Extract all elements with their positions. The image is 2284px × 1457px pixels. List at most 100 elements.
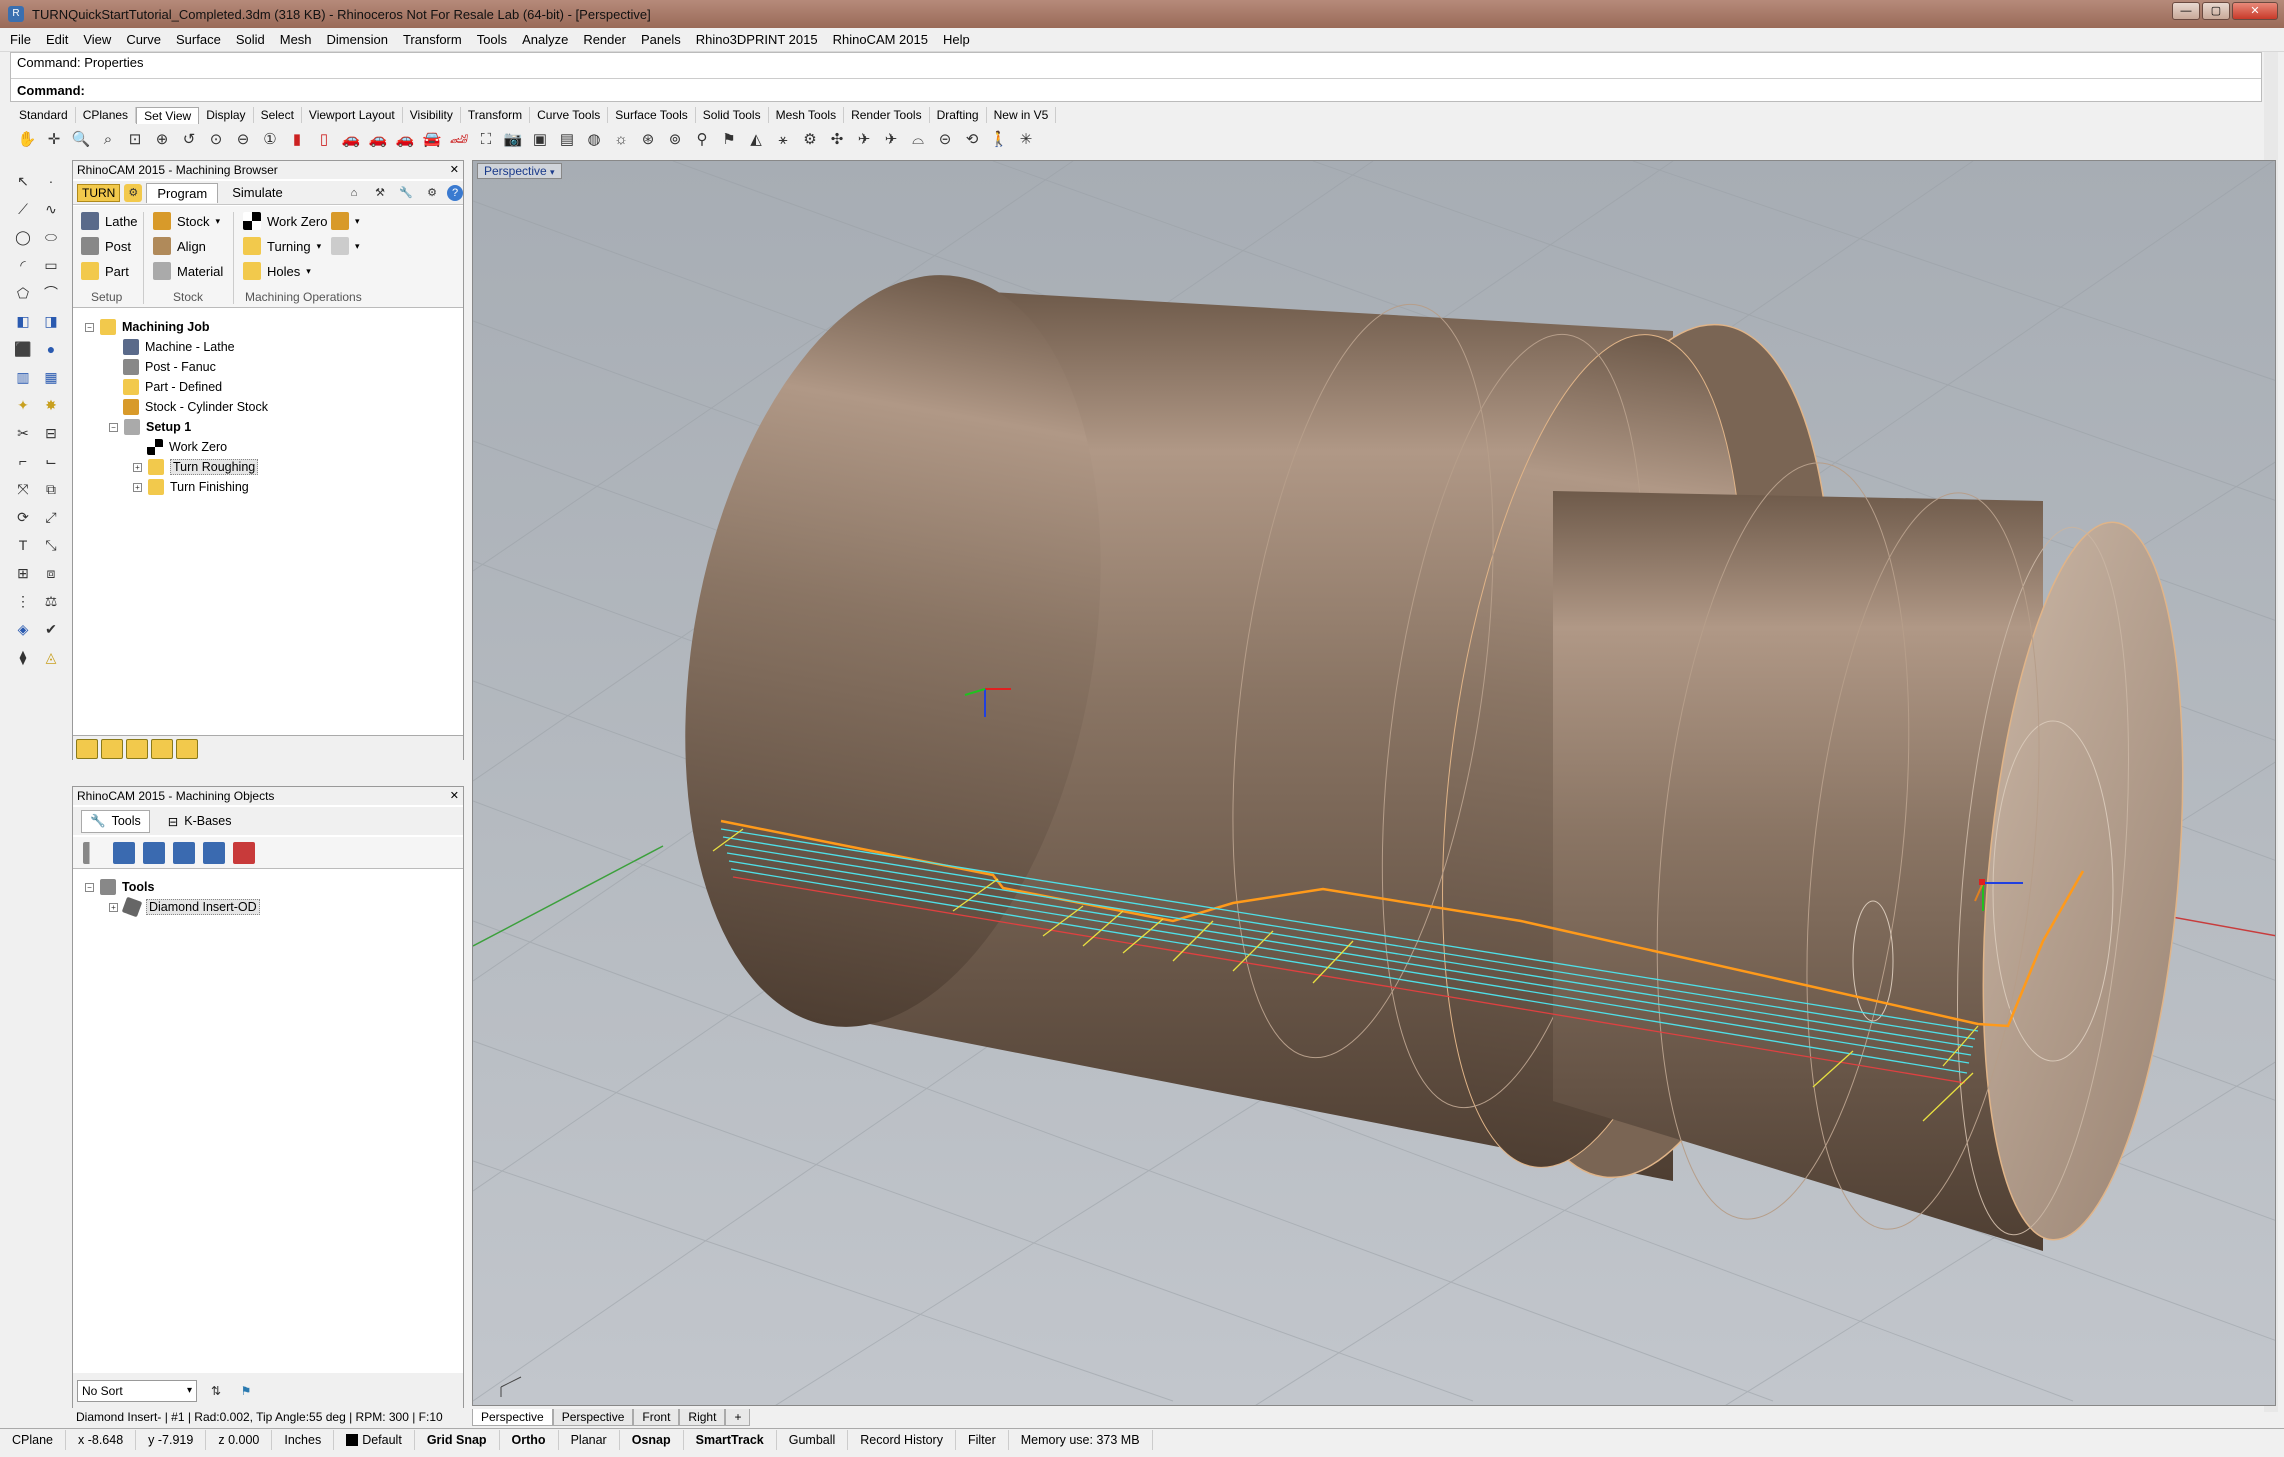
tab-render-tools[interactable]: Render Tools xyxy=(844,107,930,123)
tab-display[interactable]: Display xyxy=(199,107,254,123)
cylinder-icon[interactable]: ▥ xyxy=(12,366,34,390)
tab-cplanes[interactable]: CPlanes xyxy=(76,107,137,123)
walk-icon[interactable]: 🚶 xyxy=(988,129,1010,151)
flat-view-icon[interactable]: ⌓ xyxy=(907,129,929,151)
named-view-2-icon[interactable]: ▯ xyxy=(313,129,335,151)
holes-button[interactable]: Holes ▾ xyxy=(243,262,311,280)
arc-icon[interactable]: ◜ xyxy=(12,254,34,278)
tool-library-2-icon[interactable] xyxy=(143,841,165,864)
car-view-3-icon[interactable]: 🚗 xyxy=(394,129,416,151)
panel-close-icon[interactable]: ✕ xyxy=(450,787,459,805)
tree-setup[interactable]: − Setup 1 xyxy=(109,419,191,435)
menu-transform[interactable]: Transform xyxy=(403,32,462,47)
menu-help[interactable]: Help xyxy=(943,32,970,47)
curve-icon[interactable]: ∿ xyxy=(40,198,62,222)
trim-icon[interactable]: ✂ xyxy=(12,422,34,446)
surface-2-icon[interactable]: ◨ xyxy=(40,310,62,334)
menu-curve[interactable]: Curve xyxy=(126,32,161,47)
wrench-dropdown-icon[interactable]: 🔧 xyxy=(395,182,417,204)
tab-solid-tools[interactable]: Solid Tools xyxy=(696,107,769,123)
drill-tool-icon[interactable] xyxy=(83,841,105,864)
block-icon[interactable]: ⧈ xyxy=(40,562,62,586)
target-2-icon[interactable]: ⊚ xyxy=(664,129,686,151)
toggle-grid-snap[interactable]: Grid Snap xyxy=(415,1429,500,1450)
fly-2-icon[interactable]: ✈ xyxy=(880,129,902,151)
gear-toolpath-icon[interactable] xyxy=(151,738,173,759)
menu-edit[interactable]: Edit xyxy=(46,32,68,47)
menu-view[interactable]: View xyxy=(83,32,111,47)
viewport-label[interactable]: Perspective ▾ xyxy=(477,163,562,179)
command-prompt[interactable]: Command: xyxy=(17,83,85,98)
module-icon[interactable]: ⚙ xyxy=(124,183,143,202)
tab-viewport-front[interactable]: Front xyxy=(633,1408,680,1426)
surface-icon[interactable]: ◧ xyxy=(12,310,34,334)
fly-icon[interactable]: ✈ xyxy=(853,129,875,151)
toggle-smarttrack[interactable]: SmartTrack xyxy=(684,1429,777,1450)
polyline-icon[interactable]: ⟋ xyxy=(12,198,34,222)
tab-standard[interactable]: Standard xyxy=(12,107,76,123)
post-button[interactable]: Post xyxy=(81,237,131,255)
light-bulb-icon[interactable]: ✦ xyxy=(12,394,34,418)
insert-tool-icon[interactable] xyxy=(203,841,225,864)
rotate-view-icon[interactable]: ✛ xyxy=(43,129,65,151)
collapse-icon[interactable]: − xyxy=(85,882,94,892)
camera-icon[interactable]: 📷 xyxy=(502,129,524,151)
tree-tools-root[interactable]: − Tools xyxy=(85,879,154,895)
toggle-osnap[interactable]: Osnap xyxy=(620,1429,684,1450)
car-view-2-icon[interactable]: 🚗 xyxy=(367,129,389,151)
render-icon[interactable]: ◈ xyxy=(12,618,34,642)
expand-icon[interactable]: + xyxy=(133,462,142,472)
freeform-icon[interactable]: ⌒ xyxy=(40,282,62,306)
chamfer-icon[interactable]: ⌙ xyxy=(40,450,62,474)
camera-target-icon[interactable]: ⛶ xyxy=(475,129,497,151)
tree-stock[interactable]: Stock - Cylinder Stock xyxy=(123,399,268,415)
tab-new-in-v5[interactable]: New in V5 xyxy=(987,107,1057,123)
disc-icon[interactable]: ⊝ xyxy=(934,129,956,151)
plane-view-icon[interactable]: ⚹ xyxy=(772,129,794,151)
car-view-5-icon[interactable]: 🏎 xyxy=(448,129,470,151)
tool-dropdown[interactable]: ▾ xyxy=(331,212,360,230)
help-icon[interactable]: ? xyxy=(447,184,463,201)
menu-analyze[interactable]: Analyze xyxy=(522,32,568,47)
tab-transform[interactable]: Transform xyxy=(461,107,531,123)
mesh-icon[interactable]: ▦ xyxy=(40,366,62,390)
tool-library-3-icon[interactable] xyxy=(173,841,195,864)
panel-close-icon[interactable]: ✕ xyxy=(450,161,459,179)
tree-work-zero[interactable]: Work Zero xyxy=(147,439,227,455)
tab-mesh-tools[interactable]: Mesh Tools xyxy=(769,107,845,123)
gear-dropdown-icon[interactable]: ⚙ xyxy=(421,182,443,204)
status-cplane[interactable]: CPlane xyxy=(0,1429,66,1450)
array-icon[interactable]: ⋮ xyxy=(12,590,34,614)
tab-simulate[interactable]: Simulate xyxy=(222,183,293,202)
compass-icon[interactable]: ⚙ xyxy=(799,129,821,151)
tab-select[interactable]: Select xyxy=(254,107,302,123)
screen-capture-icon[interactable]: ▣ xyxy=(529,129,551,151)
car-view-1-icon[interactable]: 🚗 xyxy=(340,129,362,151)
menu-file[interactable]: File xyxy=(10,32,31,47)
toggle-ortho[interactable]: Ortho xyxy=(500,1429,559,1450)
save-library-icon[interactable] xyxy=(233,841,255,864)
tool-library-icon[interactable] xyxy=(113,841,135,864)
tree-post[interactable]: Post - Fanuc xyxy=(123,359,216,375)
zoom-1-1-icon[interactable]: ① xyxy=(259,129,281,151)
tab-viewport-perspective-1[interactable]: Perspective xyxy=(472,1408,553,1426)
zoom-window-icon[interactable]: ⊡ xyxy=(124,129,146,151)
expand-icon[interactable]: + xyxy=(133,482,142,492)
wallpaper-icon[interactable]: ▤ xyxy=(556,129,578,151)
menu-panels[interactable]: Panels xyxy=(641,32,681,47)
zoom-selected-icon[interactable]: ⊕ xyxy=(151,129,173,151)
minimize-button[interactable]: — xyxy=(2172,2,2200,20)
viewport-dropdown-icon[interactable]: ▾ xyxy=(550,167,555,177)
generate-icon[interactable] xyxy=(76,738,98,759)
menu-mesh[interactable]: Mesh xyxy=(280,32,312,47)
check-icon[interactable]: ✔ xyxy=(40,618,62,642)
explode-icon[interactable]: ✸ xyxy=(40,394,62,418)
copy-icon[interactable]: ⧉ xyxy=(40,478,62,502)
tab-viewport-right[interactable]: Right xyxy=(679,1408,726,1426)
collapse-icon[interactable]: ⌂ xyxy=(343,182,365,204)
zoom-out-icon[interactable]: ⊖ xyxy=(232,129,254,151)
menu-dimension[interactable]: Dimension xyxy=(327,32,388,47)
pan-icon[interactable]: ✋ xyxy=(16,129,38,151)
menu-rhinocam[interactable]: RhinoCAM 2015 xyxy=(833,32,928,47)
tab-curve-tools[interactable]: Curve Tools xyxy=(530,107,609,123)
